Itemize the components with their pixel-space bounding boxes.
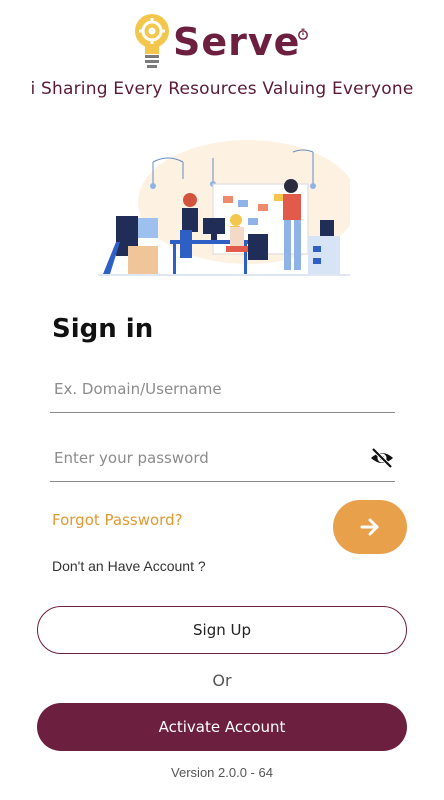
login-submit-button[interactable]	[333, 500, 407, 554]
activate-account-button[interactable]: Activate Account	[37, 703, 407, 751]
brand-tagline: i Sharing Every Resources Valuing Everyo…	[30, 79, 414, 99]
forgot-password-link[interactable]: Forgot Password?	[52, 511, 183, 529]
timer-icon	[298, 28, 308, 40]
password-input[interactable]	[50, 437, 354, 479]
version-text: Version 2.0.0 - 64	[171, 765, 273, 780]
eye-off-icon[interactable]	[369, 445, 395, 471]
lightbulb-gear-icon	[135, 14, 169, 68]
username-input[interactable]	[50, 368, 354, 410]
office-team-illustration	[98, 140, 350, 276]
sign-up-button[interactable]: Sign Up	[37, 606, 407, 654]
password-field	[50, 437, 395, 482]
brand-header: Serve	[0, 8, 444, 74]
login-screen: Serve i Sharing Every Resources Valuing …	[0, 0, 444, 800]
brand-name: Serve	[173, 20, 301, 64]
no-account-text: Don't an Have Account ?	[52, 558, 206, 574]
signin-title: Sign in	[52, 314, 154, 344]
arrow-right-icon	[360, 518, 379, 536]
or-divider-text: Or	[212, 671, 232, 690]
username-field	[50, 368, 395, 413]
